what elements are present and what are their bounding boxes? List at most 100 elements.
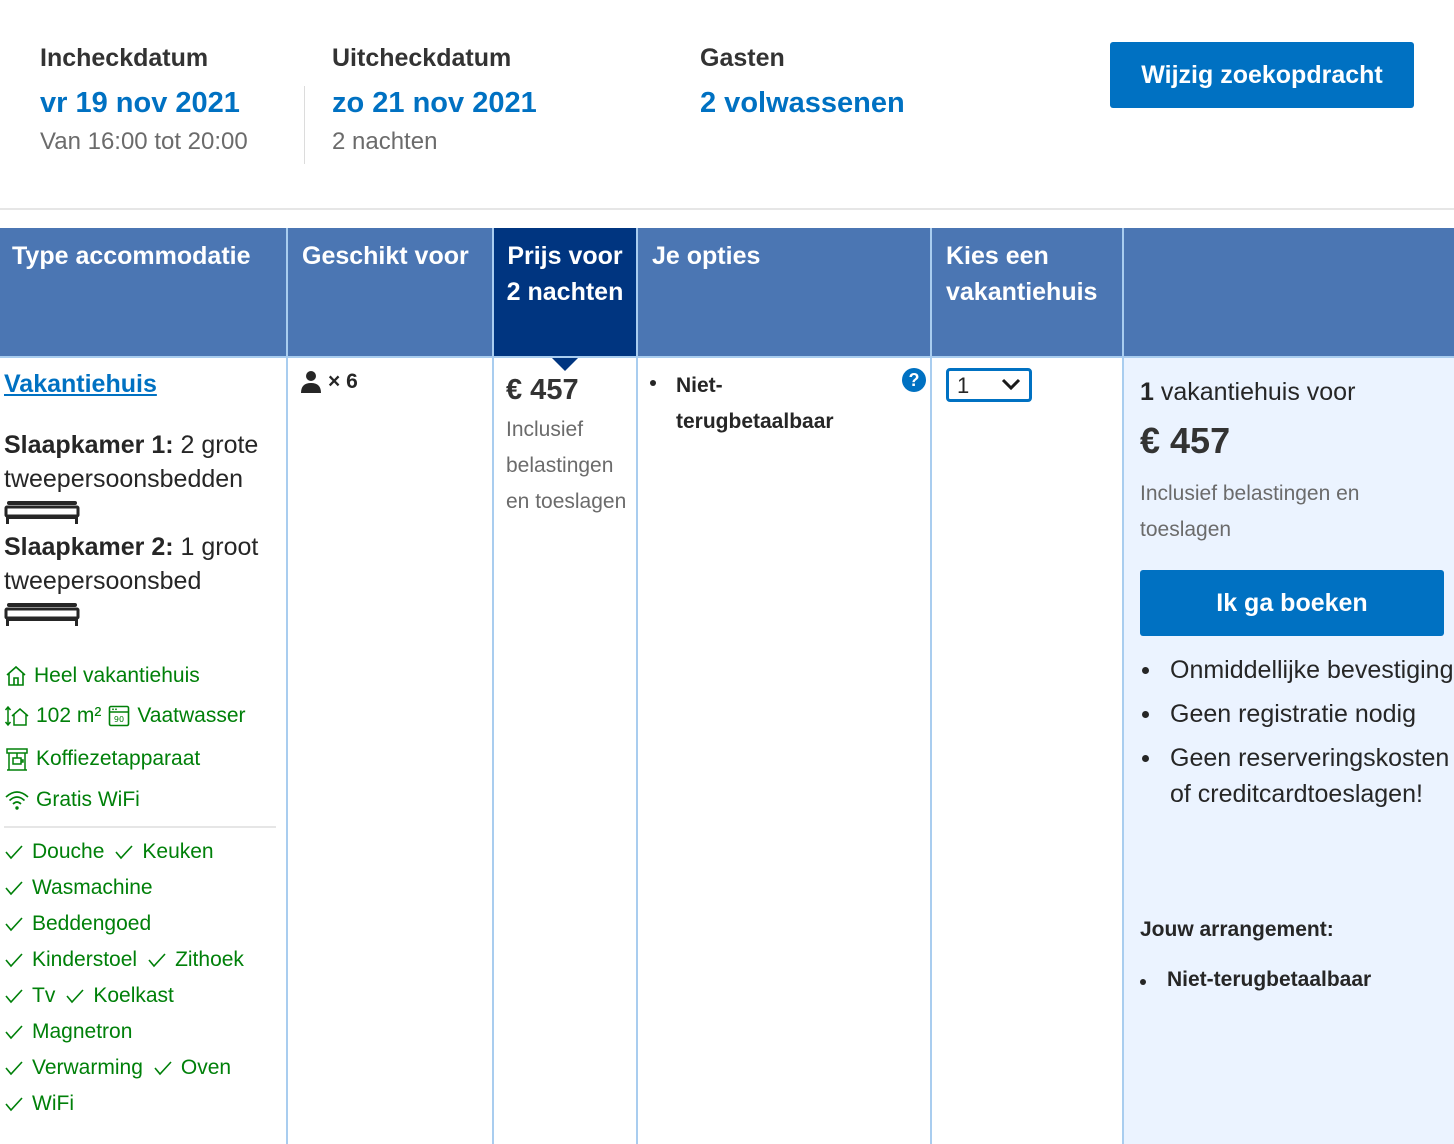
arrangement-item: Niet-terugbetaalbaar xyxy=(1140,968,1371,992)
checkmark-icon xyxy=(5,845,23,860)
header-options-label: Je opties xyxy=(652,242,761,270)
checkmark-icon xyxy=(5,1097,23,1112)
guests-label: Gasten xyxy=(700,44,785,72)
amenity-item: Koelkast xyxy=(65,984,174,1008)
dishwasher-icon: 90 xyxy=(109,705,130,727)
summary-count-label: vakantiehuis voor xyxy=(1153,378,1356,406)
chevron-down-icon xyxy=(1001,378,1021,391)
amenity-item: Tv xyxy=(4,984,55,1008)
bedroom-2-label: Slaapkamer 2: xyxy=(4,533,174,561)
facility-wifi-label: Gratis WiFi xyxy=(36,788,140,811)
amenity-item: Wasmachine xyxy=(4,876,153,900)
amenity-label: Wasmachine xyxy=(32,876,153,899)
amenity-label: Zithoek xyxy=(175,948,244,971)
amenity-row: Kinderstoel Zithoek xyxy=(4,948,254,974)
guests-block: Gasten 2 volwassenen xyxy=(700,44,905,120)
summary-divider xyxy=(304,86,305,164)
wifi-icon xyxy=(5,791,29,810)
facility-divider xyxy=(4,826,276,828)
amenity-label: Oven xyxy=(180,1056,232,1079)
checkmark-icon xyxy=(148,953,166,968)
checkin-time: Van 16:00 tot 20:00 xyxy=(40,128,248,155)
svg-text:90: 90 xyxy=(114,715,124,724)
quantity-select[interactable]: 1 xyxy=(946,368,1032,402)
room-price: € 457 xyxy=(506,374,579,406)
arrangement-title: Jouw arrangement: xyxy=(1140,918,1334,941)
amenity-label: Kinderstoel xyxy=(32,948,138,971)
amenity-row: WiFi xyxy=(4,1092,84,1118)
summary-count-number: 1 xyxy=(1140,378,1154,406)
summary-count: 1 vakantiehuis voor xyxy=(1140,378,1355,407)
coffee-machine-icon xyxy=(6,748,28,771)
amenity-label: Beddengoed xyxy=(32,912,152,935)
amenity-item: Keuken xyxy=(114,840,214,864)
facility-size-label: 102 m² xyxy=(36,704,102,727)
checkmark-icon xyxy=(5,1025,23,1040)
option-non-refundable: Niet-terugbetaalbaar xyxy=(676,374,834,433)
question-mark-icon[interactable]: ? xyxy=(902,368,926,392)
benefit-item: Onmiddellijke bevestiging xyxy=(1140,652,1454,688)
occupancy-cell: × 6 xyxy=(288,358,494,1144)
checkin-date[interactable]: vr 19 nov 2021 xyxy=(40,87,248,120)
amenity-item: Kinderstoel xyxy=(4,948,137,972)
booking-summary-cell: 1 vakantiehuis voor € 457 Inclusief bela… xyxy=(1124,358,1454,1144)
occupancy-count: × 6 xyxy=(328,370,358,393)
checkmark-icon xyxy=(5,1061,23,1076)
facility-wifi: Gratis WiFi xyxy=(4,788,140,812)
amenity-item: WiFi xyxy=(4,1092,74,1116)
amenity-row: Verwarming Oven xyxy=(4,1056,241,1082)
benefit-item: Geen registratie nodig xyxy=(1140,696,1454,732)
room-size-icon xyxy=(4,705,29,727)
amenity-item: Beddengoed xyxy=(4,912,151,936)
header-choose: Kies een vakantiehuis xyxy=(932,228,1124,358)
header-type: Type accommodatie xyxy=(0,228,288,358)
checkmark-icon xyxy=(115,845,133,860)
room-type-cell: Vakantiehuis Slaapkamer 1: 2 grote tweep… xyxy=(0,358,288,1144)
header-summary xyxy=(1124,228,1454,358)
facility-size-dishwasher: 102 m² 90 Vaatwasser xyxy=(4,704,246,728)
checkmark-icon xyxy=(5,989,23,1004)
amenity-item: Magnetron xyxy=(4,1020,132,1044)
nights-count: 2 nachten xyxy=(332,128,438,155)
header-price[interactable]: Prijs voor 2 nachten xyxy=(494,228,638,371)
checkin-block: Incheckdatum vr 19 nov 2021 Van 16:00 to… xyxy=(40,44,248,156)
amenity-row: Beddengoed xyxy=(4,912,161,938)
checkout-block: Uitcheckdatum zo 21 nov 2021 2 nachten xyxy=(332,44,537,156)
bedroom-1-label: Slaapkamer 1: xyxy=(4,431,174,459)
checkmark-icon xyxy=(5,881,23,896)
checkmark-icon xyxy=(5,917,23,932)
amenity-label: Koelkast xyxy=(93,984,174,1007)
bedroom-1: Slaapkamer 1: 2 grote tweepersoonsbedden xyxy=(4,428,284,524)
facility-coffee: Koffiezetapparaat xyxy=(4,746,200,772)
checkout-label: Uitcheckdatum xyxy=(332,44,512,72)
summary-price-note: Inclusief belastingen en toeslagen xyxy=(1140,482,1360,541)
amenity-label: Verwarming xyxy=(32,1056,143,1079)
amenity-label: Douche xyxy=(32,840,105,863)
amenity-item: Douche xyxy=(4,840,104,864)
room-name-link[interactable]: Vakantiehuis xyxy=(4,370,157,399)
amenity-item: Zithoek xyxy=(147,948,244,972)
amenity-row: Douche Keuken xyxy=(4,840,224,866)
double-bed-icon xyxy=(4,501,80,524)
checkout-date[interactable]: zo 21 nov 2021 xyxy=(332,87,537,120)
checkin-label: Incheckdatum xyxy=(40,44,209,72)
guests-value[interactable]: 2 volwassenen xyxy=(700,87,905,120)
double-bed-icon xyxy=(4,603,80,626)
header-choose-label: Kies een vakantiehuis xyxy=(946,242,1098,306)
header-suitable: Geschikt voor xyxy=(288,228,494,358)
amenity-row: Wasmachine xyxy=(4,876,163,902)
book-button[interactable]: Ik ga boeken xyxy=(1140,570,1444,636)
modify-search-button[interactable]: Wijzig zoekopdracht xyxy=(1110,42,1414,108)
person-icon xyxy=(301,371,321,393)
checkmark-icon xyxy=(66,989,84,1004)
amenity-label: WiFi xyxy=(32,1092,74,1115)
facility-whole-house: Heel vakantiehuis xyxy=(4,664,200,688)
header-price-label: Prijs voor 2 nachten xyxy=(506,242,624,306)
room-table: Type accommodatie Geschikt voor Prijs vo… xyxy=(0,228,1454,1144)
options-cell: Niet-terugbetaalbaar ? xyxy=(638,358,932,1144)
checkmark-icon xyxy=(154,1061,172,1076)
facility-coffee-label: Koffiezetapparaat xyxy=(36,747,201,770)
amenity-row: Magnetron xyxy=(4,1020,142,1046)
price-note: Inclusief belastingen en toeslagen xyxy=(506,418,627,513)
bullet-icon xyxy=(650,380,656,386)
